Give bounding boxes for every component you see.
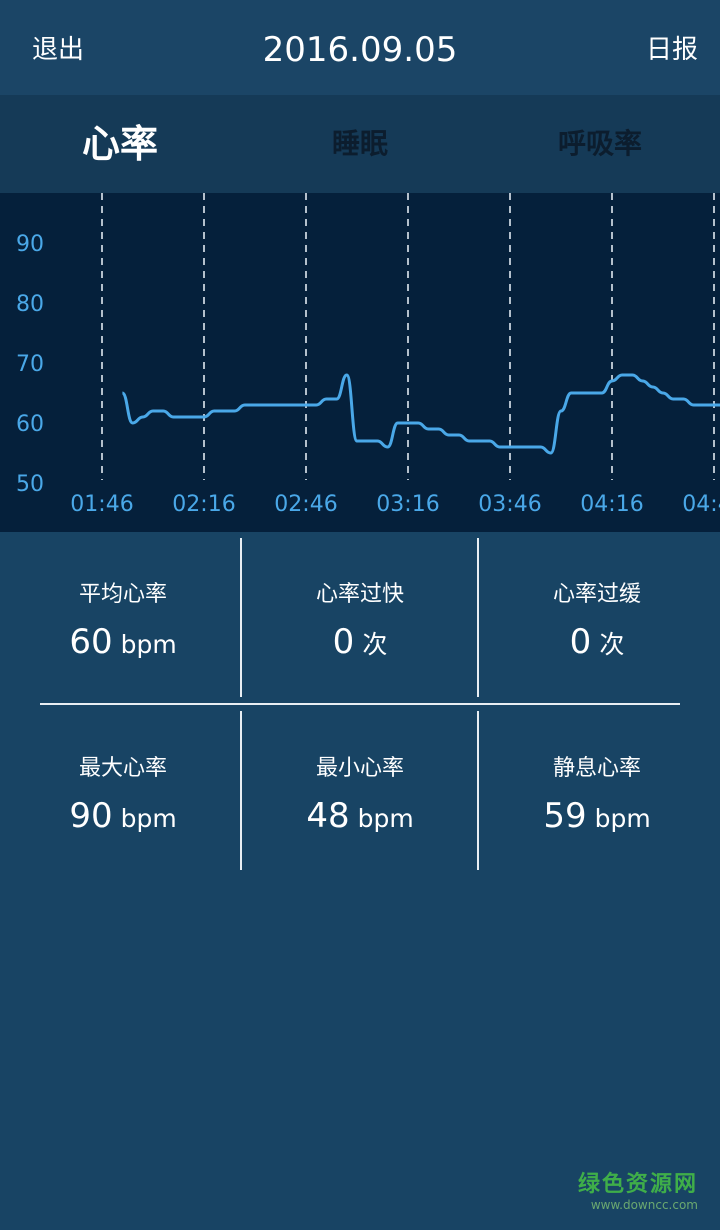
x-tick-label: 03:46 — [478, 492, 541, 517]
date-label[interactable]: 2016.09.05 — [263, 30, 458, 70]
stat-value: 48 bpm — [240, 794, 480, 841]
stat-number: 60 — [69, 622, 113, 662]
x-tick-label: 02:46 — [274, 492, 337, 517]
stat-unit: bpm — [120, 804, 177, 833]
divider-vertical — [477, 711, 479, 870]
stat-resting-heart-rate: 静息心率 59 bpm — [477, 754, 717, 841]
heart-rate-line — [120, 373, 720, 455]
divider-vertical — [240, 711, 242, 870]
watermark: 绿色资源网 www.downcc.com — [578, 1166, 698, 1212]
stat-number: 90 — [69, 796, 113, 836]
stat-label: 静息心率 — [552, 756, 641, 781]
stat-number: 48 — [306, 796, 350, 836]
stat-unit: bpm — [594, 804, 651, 833]
x-tick-label: 03:16 — [376, 492, 439, 517]
exit-button[interactable]: 退出 — [32, 30, 84, 70]
y-tick-label: 80 — [16, 292, 44, 317]
stat-label: 心率过缓 — [552, 582, 641, 607]
stat-label: 最小心率 — [315, 756, 404, 781]
x-tick-label: 01:46 — [70, 492, 133, 517]
stat-value: 59 bpm — [477, 794, 717, 841]
top-bar: 退出 2016.09.05 日报 — [0, 0, 720, 95]
x-tick-label: 02:16 — [172, 492, 235, 517]
stat-unit: 次 — [599, 630, 625, 659]
tab-heart-rate[interactable]: 心率 — [20, 95, 220, 193]
stats-panel: 平均心率 60 bpm 心率过快 0次 心率过缓 0次 最大心率 90 bpm 最小… — [0, 532, 720, 1230]
date-title: 2016.09.05 — [0, 30, 720, 70]
x-tick-label: 04:46 — [682, 492, 720, 517]
stat-bradycardia-count: 心率过缓 0次 — [477, 580, 717, 667]
divider-vertical — [240, 538, 242, 697]
stat-min-heart-rate: 最小心率 48 bpm — [240, 754, 480, 841]
stat-number: 0 — [569, 622, 592, 662]
divider-horizontal — [40, 703, 680, 705]
stat-value: 0次 — [240, 620, 480, 667]
stat-label: 平均心率 — [78, 582, 167, 607]
stat-unit: 次 — [362, 630, 388, 659]
stat-tachycardia-count: 心率过快 0次 — [240, 580, 480, 667]
stat-value: 60 bpm — [3, 620, 243, 667]
tab-bar: 心率 睡眠 呼吸率 — [0, 95, 720, 193]
stat-unit: bpm — [120, 630, 177, 659]
tab-sleep[interactable]: 睡眠 — [260, 95, 460, 193]
tab-respiration-rate[interactable]: 呼吸率 — [500, 95, 700, 193]
y-tick-label: 70 — [16, 352, 44, 377]
stat-value: 0次 — [477, 620, 717, 667]
heart-rate-chart[interactable]: 01:46 02:16 02:46 03:16 03:46 04:16 04:46 90 80 7… — [0, 193, 720, 532]
stat-max-heart-rate: 最大心率 90 bpm — [3, 754, 243, 841]
y-tick-label: 60 — [16, 412, 44, 437]
y-tick-label: 50 — [16, 472, 44, 497]
stat-average-heart-rate: 平均心率 60 bpm — [3, 580, 243, 667]
report-type-button[interactable]: 日报 — [646, 30, 698, 70]
stat-unit: bpm — [357, 804, 414, 833]
watermark-url: www.downcc.com — [590, 1198, 698, 1212]
y-tick-label: 90 — [16, 232, 44, 257]
divider-vertical — [477, 538, 479, 697]
stat-number: 59 — [543, 796, 587, 836]
stat-value: 90 bpm — [3, 794, 243, 841]
stat-number: 0 — [332, 622, 355, 662]
stat-label: 心率过快 — [315, 582, 404, 607]
x-tick-label: 04:16 — [580, 492, 643, 517]
stat-label: 最大心率 — [78, 756, 167, 781]
heart-rate-chart-svg: 01:46 02:16 02:46 03:16 03:46 04:16 04:46 90 80 7… — [16, 193, 720, 517]
watermark-title: 绿色资源网 — [577, 1172, 698, 1197]
